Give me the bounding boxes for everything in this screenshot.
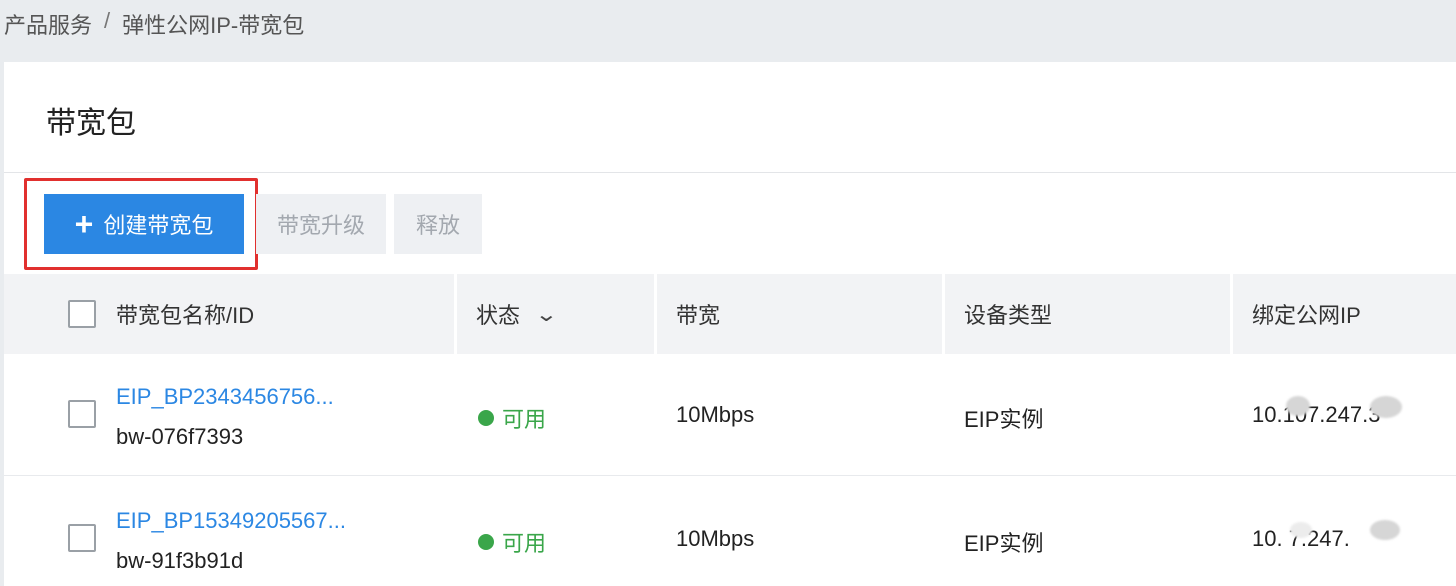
release-button[interactable]: 释放 xyxy=(394,194,482,254)
create-bandwidth-package-button[interactable]: + 创建带宽包 xyxy=(44,194,244,254)
divider xyxy=(4,172,1456,173)
column-separator xyxy=(942,274,945,354)
release-button-label: 释放 xyxy=(415,213,460,238)
bandwidth-value: 10Mbps xyxy=(676,402,755,427)
table-header: 带宽包名称/ID 状态 ⌄ 带宽 设备类型 绑定公网IP xyxy=(4,274,1456,354)
select-all-checkbox[interactable] xyxy=(68,300,96,328)
device-type-value: EIP实例 xyxy=(964,407,1044,432)
row-checkbox[interactable] xyxy=(68,400,96,428)
bandwidth-package-name-link[interactable]: EIP_BP2343456756... xyxy=(116,384,334,410)
page-title: 带宽包 xyxy=(46,107,136,140)
breadcrumb-separator: / xyxy=(104,8,111,33)
chevron-down-icon[interactable]: ⌄ xyxy=(535,302,558,327)
upgrade-bandwidth-button[interactable]: 带宽升级 xyxy=(256,194,386,254)
breadcrumb-item-current: 弹性公网IP-带宽包 xyxy=(122,13,305,38)
table-row: EIP_BP2343456756... bw-076f7393 可用 10Mbp… xyxy=(4,354,1456,476)
status-label: 可用 xyxy=(502,407,547,432)
row-checkbox[interactable] xyxy=(68,524,96,552)
column-header-device-type: 设备类型 xyxy=(964,303,1053,328)
column-header-bandwidth: 带宽 xyxy=(676,303,721,328)
column-header-name: 带宽包名称/ID xyxy=(116,303,255,328)
redaction-blob xyxy=(1370,396,1402,418)
status-header-label: 状态 xyxy=(476,303,521,328)
breadcrumb-item-product-services[interactable]: 产品服务 xyxy=(4,8,92,40)
redaction-blob xyxy=(1370,520,1400,540)
bandwidth-package-id: bw-91f3b91d xyxy=(116,548,244,573)
bandwidth-package-id: bw-076f7393 xyxy=(116,424,244,449)
column-separator xyxy=(1230,274,1233,354)
bound-ip-value: 10.107.247.3 xyxy=(1252,402,1381,427)
table-row: EIP_BP15349205567... bw-91f3b91d 可用 10Mb… xyxy=(4,476,1456,586)
column-separator xyxy=(654,274,657,354)
plus-icon: + xyxy=(74,206,94,242)
status-dot-icon xyxy=(478,534,494,550)
bandwidth-value: 10Mbps xyxy=(676,526,755,551)
redaction-blob xyxy=(1290,522,1312,538)
status-dot-icon xyxy=(478,410,494,426)
column-header-bound-ip: 绑定公网IP xyxy=(1252,303,1361,328)
status-label: 可用 xyxy=(502,531,547,556)
breadcrumb: 产品服务 / 弹性公网IP-带宽包 xyxy=(4,8,304,40)
redaction-blob xyxy=(1286,396,1310,416)
create-button-label: 创建带宽包 xyxy=(103,213,214,238)
main-panel: 带宽包 + 创建带宽包 带宽升级 释放 带宽包名称/ID 状态 ⌄ 带宽 设备类… xyxy=(4,62,1456,586)
column-separator xyxy=(454,274,457,354)
column-header-status[interactable]: 状态 ⌄ xyxy=(476,274,558,354)
device-type-value: EIP实例 xyxy=(964,531,1044,556)
status-badge: 可用 xyxy=(478,526,546,558)
bandwidth-package-name-link[interactable]: EIP_BP15349205567... xyxy=(116,508,346,534)
status-badge: 可用 xyxy=(478,402,546,434)
upgrade-button-label: 带宽升级 xyxy=(276,213,365,238)
